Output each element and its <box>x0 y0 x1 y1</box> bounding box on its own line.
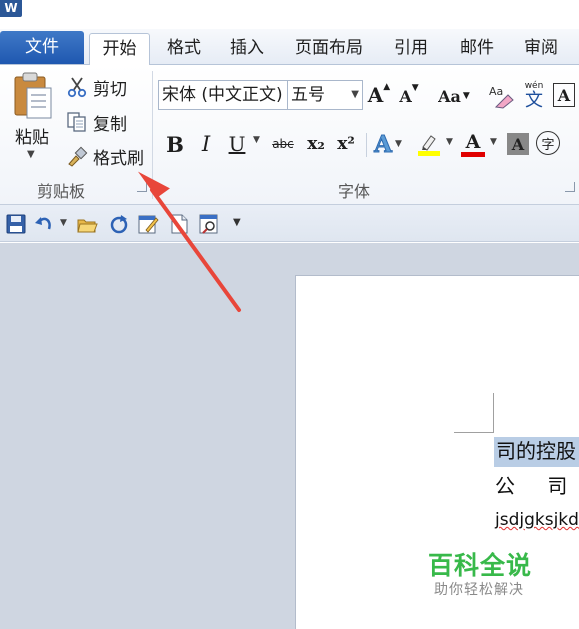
phonetic-guide-icon: 文 <box>525 90 543 111</box>
paste-icon[interactable] <box>12 71 54 121</box>
shrink-font-icon: A <box>399 86 412 106</box>
paste-dropdown-icon[interactable]: ▼ <box>27 149 35 160</box>
tab-insert[interactable]: 插入 <box>220 33 274 65</box>
text-effects-button[interactable]: A ▼ <box>374 129 402 159</box>
underline-dropdown-icon[interactable]: ▼ <box>253 135 260 145</box>
character-shading-icon[interactable]: A <box>507 133 529 155</box>
document-text-line-misspelled[interactable]: jsdjgksjkd <box>495 507 579 533</box>
watermark-logo: 百科全说 助你轻松解决 <box>422 544 556 604</box>
highlighter-icon <box>422 134 436 151</box>
format-painter-label: 格式刷 <box>93 148 144 169</box>
font-launcher-icon[interactable] <box>565 182 575 192</box>
tab-file[interactable]: 文件 <box>0 31 84 64</box>
clipboard-group-label: 剪贴板 <box>37 182 86 201</box>
paste-button-label[interactable]: 粘贴 <box>10 123 54 148</box>
copy-icon <box>67 112 86 132</box>
font-name-combo[interactable]: 宋体 (中文正文) <box>158 80 288 110</box>
font-color-dropdown-icon[interactable]: ▼ <box>490 137 497 147</box>
shrink-font-button[interactable]: A ▼ <box>398 83 420 109</box>
change-case-icon: Aa <box>438 86 461 106</box>
font-size-value: 五号 <box>291 85 325 105</box>
font-color-bar <box>461 151 485 157</box>
copy-button[interactable]: 复制 <box>66 109 127 135</box>
phonetic-guide-button[interactable]: wén 文 <box>520 80 548 112</box>
copy-label: 复制 <box>93 114 127 135</box>
crop-mark-horizontal <box>454 432 494 433</box>
word-window: W 文件 开始 格式 插入 页面布局 引用 邮件 审阅 粘贴 ▼ 剪切 复制 格… <box>0 0 579 629</box>
highlight-color-bar <box>418 150 440 156</box>
font-color-button[interactable]: A <box>458 129 488 159</box>
text-effects-icon: A <box>374 130 393 158</box>
svg-text:Aa: Aa <box>489 85 503 98</box>
highlight-dropdown-icon[interactable]: ▼ <box>446 137 453 147</box>
clear-formatting-icon[interactable]: Aa <box>488 81 514 109</box>
paintbrush-icon <box>68 146 88 167</box>
font-group-label: 字体 <box>338 182 371 201</box>
bold-button[interactable]: B <box>163 131 187 157</box>
new-document-icon[interactable] <box>168 213 190 235</box>
tab-mailings[interactable]: 邮件 <box>450 33 504 65</box>
highlight-button[interactable] <box>414 129 444 159</box>
font-color-icon: A <box>465 130 481 153</box>
redo-icon[interactable] <box>108 213 130 235</box>
strikethrough-button[interactable]: abc <box>270 131 296 157</box>
tab-references[interactable]: 引用 <box>384 33 438 65</box>
grow-font-icon: A <box>367 83 384 107</box>
crop-mark-vertical <box>493 393 494 433</box>
edit-document-icon[interactable] <box>137 213 159 235</box>
open-folder-icon[interactable] <box>76 213 98 235</box>
document-text-line[interactable]: 公 司 <box>495 472 579 500</box>
toolbar-divider <box>366 133 367 157</box>
title-bar: W <box>0 0 579 29</box>
undo-dropdown-icon[interactable]: ▼ <box>60 218 68 228</box>
save-icon[interactable] <box>5 213 27 235</box>
cut-button[interactable]: 剪切 <box>66 74 127 100</box>
watermark-title: 百科全说 <box>428 551 533 580</box>
change-case-button[interactable]: Aa ▼ <box>437 83 471 109</box>
enclose-characters-icon[interactable]: 字 <box>536 131 560 155</box>
undo-icon[interactable] <box>33 213 55 235</box>
customize-toolbar-icon[interactable]: ▼ <box>233 217 245 229</box>
italic-button[interactable]: I <box>195 131 217 157</box>
scissors-icon <box>67 77 87 98</box>
tab-home[interactable]: 开始 <box>89 33 150 66</box>
print-preview-icon[interactable] <box>198 213 220 235</box>
cut-label: 剪切 <box>93 79 127 100</box>
font-size-combo[interactable]: 五号 ▼ <box>288 80 363 110</box>
subscript-button[interactable]: x₂ <box>304 131 328 157</box>
tab-review[interactable]: 审阅 <box>514 33 568 65</box>
ribbon-home-panel: 粘贴 ▼ 剪切 复制 格式刷 剪贴板 宋体 (中文正文) 五号 ▼ A ▲ A … <box>0 65 579 205</box>
format-painter-button[interactable]: 格式刷 <box>66 143 144 169</box>
font-name-value: 宋体 (中文正文) <box>162 85 283 105</box>
group-divider <box>152 71 153 199</box>
quick-access-toolbar: ▼ ▼ <box>0 205 579 242</box>
ribbon-tabs: 文件 开始 格式 插入 页面布局 引用 邮件 审阅 <box>0 29 579 66</box>
tab-format[interactable]: 格式 <box>158 33 210 65</box>
superscript-button[interactable]: x² <box>334 131 358 157</box>
word-app-icon[interactable]: W <box>0 0 22 17</box>
tab-page-layout[interactable]: 页面布局 <box>286 33 372 65</box>
watermark-subtitle: 助你轻松解决 <box>434 582 524 598</box>
underline-button[interactable]: U <box>225 131 249 157</box>
clipboard-launcher-icon[interactable] <box>137 182 147 192</box>
character-border-icon[interactable]: A <box>553 83 575 107</box>
document-selected-text[interactable]: 司的控股 <box>494 437 579 467</box>
chevron-down-icon[interactable]: ▼ <box>351 81 359 109</box>
grow-font-button[interactable]: A ▲ <box>367 82 391 108</box>
